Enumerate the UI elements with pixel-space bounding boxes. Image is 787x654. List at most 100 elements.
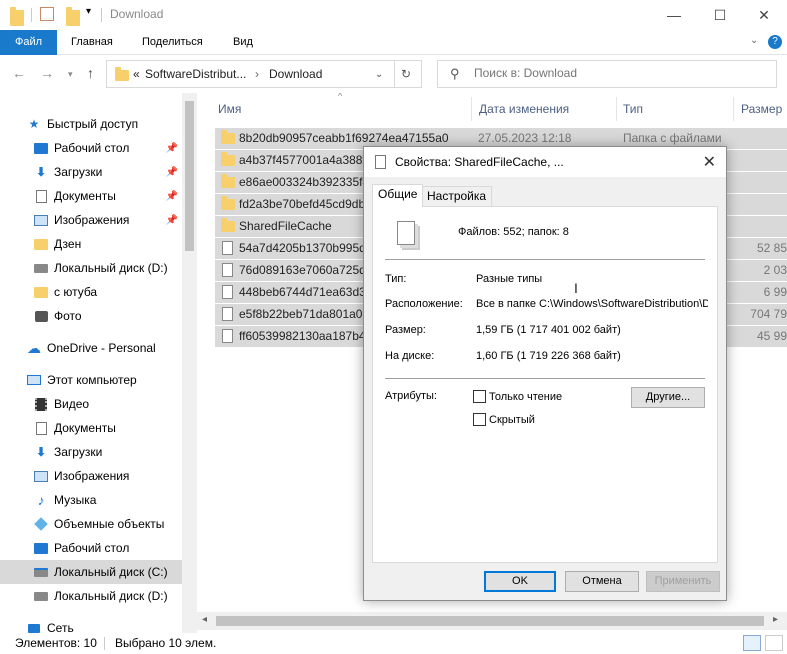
pin-icon: 📌 [165, 142, 178, 154]
sidebar-item-pc-desktop[interactable]: Рабочий стол [0, 536, 182, 560]
customize-toolbar-icon[interactable]: ▾ [86, 6, 91, 22]
maximize-button[interactable]: ☐ [697, 0, 743, 30]
sidebar-item-video[interactable]: Видео [0, 392, 182, 416]
network-icon [26, 621, 42, 633]
pictures-icon [33, 469, 49, 483]
file-icon [222, 329, 233, 343]
hidden-checkbox[interactable] [473, 413, 486, 426]
item-count: Элементов: 10 [15, 636, 97, 650]
3d-objects-icon [33, 517, 49, 531]
sidebar-item-quick-access[interactable]: ★ Быстрый доступ [0, 112, 182, 136]
search-icon: ⚲ [450, 66, 460, 81]
desktop-icon [33, 541, 49, 555]
text-cursor-icon: I [574, 280, 578, 296]
cloud-icon: ☁ [27, 339, 41, 356]
large-icons-view-icon[interactable] [765, 635, 783, 651]
folder-icon [10, 7, 24, 26]
ok-button[interactable]: OK [484, 571, 556, 592]
search-input[interactable] [474, 66, 764, 80]
type-label: Тип: [385, 273, 407, 285]
attributes-label: Атрибуты: [385, 390, 437, 402]
location-value: Все в папке C:\Windows\SoftwareDistribut… [476, 298, 708, 310]
sidebar-item-drive-d[interactable]: Локальный диск (D:) [0, 256, 182, 280]
properties-icon[interactable] [40, 7, 54, 21]
advanced-button[interactable]: Другие... [631, 387, 705, 408]
minimize-button[interactable]: — [651, 0, 697, 30]
column-header-name[interactable]: Имя [218, 93, 241, 125]
scroll-left-icon[interactable]: ◂ [202, 614, 207, 625]
drive-icon [33, 261, 49, 275]
details-view-icon[interactable] [743, 635, 761, 651]
sidebar-item-downloads[interactable]: ⬇ Загрузки 📌 [0, 160, 182, 184]
horizontal-scrollbar[interactable]: ◂ ▸ [197, 612, 787, 630]
tab-home[interactable]: Главная [71, 30, 113, 55]
help-icon[interactable]: ? [768, 35, 782, 49]
drive-icon [33, 589, 49, 603]
pictures-icon [33, 213, 49, 227]
sidebar-item-photo[interactable]: Фото [0, 304, 182, 328]
breadcrumb-segment[interactable]: SoftwareDistribut... [145, 67, 246, 81]
selected-count: Выбрано 10 элем. [115, 636, 217, 650]
new-folder-icon[interactable] [66, 7, 80, 26]
folder-icon [221, 152, 235, 166]
sidebar-item-pc-downloads[interactable]: ⬇ Загрузки [0, 440, 182, 464]
type-value: Разные типы [476, 273, 543, 285]
hidden-label[interactable]: Скрытый [489, 414, 535, 426]
chevron-right-icon[interactable]: › [255, 67, 259, 81]
sidebar-item-drive-c[interactable]: Локальный диск (C:) [0, 560, 182, 584]
search-box[interactable]: ⚲ [437, 60, 777, 88]
tab-file[interactable]: Файл [0, 30, 57, 55]
folder-icon [221, 218, 235, 232]
documents-icon [33, 189, 49, 203]
folder-icon [221, 196, 235, 210]
dialog-title: Свойства: SharedFileCache, ... [395, 155, 564, 169]
sidebar-item-music[interactable]: ♪ Музыка [0, 488, 182, 512]
readonly-label[interactable]: Только чтение [489, 391, 562, 403]
sidebar-item-pc-pictures[interactable]: Изображения [0, 464, 182, 488]
apply-button[interactable]: Применить [646, 571, 720, 592]
readonly-checkbox[interactable] [473, 390, 486, 403]
file-icon [222, 307, 233, 321]
tab-share[interactable]: Поделиться [142, 30, 203, 55]
expand-ribbon-icon[interactable]: ⌄ [750, 35, 758, 46]
refresh-icon[interactable]: ↻ [401, 67, 411, 81]
address-bar[interactable]: « SoftwareDistribut... › Download ⌄ ↻ [106, 60, 422, 88]
close-icon[interactable]: ✕ [703, 152, 716, 172]
sidebar-item-youtube-folder[interactable]: с ютуба [0, 280, 182, 304]
address-overflow[interactable]: « [133, 67, 140, 81]
sidebar-item-desktop[interactable]: Рабочий стол 📌 [0, 136, 182, 160]
scrollbar-thumb[interactable] [185, 101, 194, 251]
tab-customize[interactable]: Настройка [421, 186, 493, 207]
tab-general[interactable]: Общие [372, 184, 424, 207]
chevron-down-icon[interactable]: ⌄ [375, 69, 383, 80]
sidebar-item-pc-drive-d[interactable]: Локальный диск (D:) [0, 584, 182, 608]
sidebar-item-dzen[interactable]: Дзен [0, 232, 182, 256]
computer-icon [26, 373, 42, 387]
forward-icon[interactable]: → [40, 65, 54, 81]
sidebar-item-this-pc[interactable]: Этот компьютер [0, 368, 182, 392]
navigation-pane: ★ Быстрый доступ Рабочий стол 📌 ⬇ Загрузки 📌… [0, 93, 197, 633]
sidebar-item-pc-documents[interactable]: Документы [0, 416, 182, 440]
close-window-button[interactable]: ✕ [741, 0, 787, 30]
column-header-type[interactable]: Тип [623, 93, 643, 125]
tab-view[interactable]: Вид [233, 30, 253, 55]
breadcrumb-current[interactable]: Download [269, 67, 322, 81]
back-icon[interactable]: ← [12, 65, 26, 81]
sidebar-item-network[interactable]: Сеть [0, 616, 182, 633]
recent-locations-icon[interactable]: ▾ [68, 69, 73, 80]
sort-ascending-icon: ^ [338, 93, 343, 101]
column-header-size[interactable]: Размер [741, 93, 782, 125]
ribbon-tabs: Файл Главная Поделиться Вид ⌄ ? [0, 30, 787, 55]
sidebar-scrollbar[interactable] [182, 93, 197, 633]
sidebar-item-pictures[interactable]: Изображения 📌 [0, 208, 182, 232]
column-header-date[interactable]: Дата изменения [479, 93, 569, 125]
sidebar-item-onedrive[interactable]: ☁ OneDrive - Personal [0, 336, 182, 360]
sidebar-item-documents[interactable]: Документы 📌 [0, 184, 182, 208]
cancel-button[interactable]: Отмена [565, 571, 639, 592]
dialog-title-bar: Свойства: SharedFileCache, ... ✕ [364, 147, 726, 177]
sidebar-item-3d-objects[interactable]: Объемные объекты [0, 512, 182, 536]
folder-icon [221, 174, 235, 188]
scrollbar-thumb[interactable] [216, 616, 764, 626]
up-icon[interactable]: ↑ [87, 65, 94, 81]
scroll-right-icon[interactable]: ▸ [773, 614, 778, 625]
